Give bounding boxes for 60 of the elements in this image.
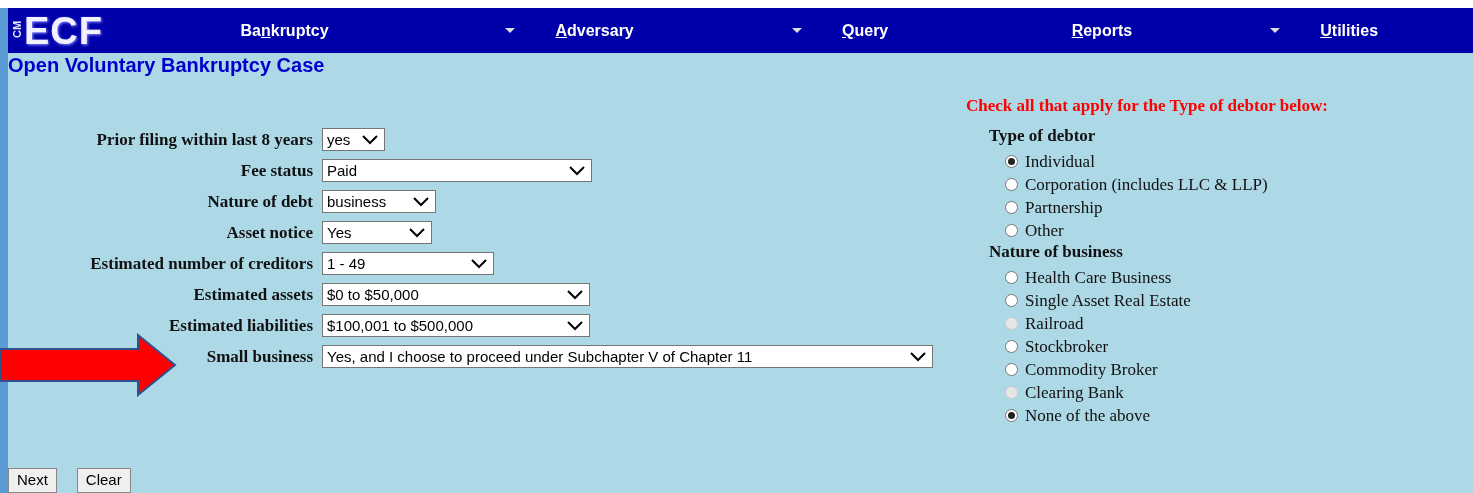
caret-icon: [505, 27, 516, 34]
chevron-icon: [567, 289, 583, 300]
group-heading: Nature of business: [989, 242, 1124, 263]
dropdown[interactable]: $100,001 to $500,000: [322, 314, 590, 337]
chevron-icon: [569, 165, 585, 176]
radio-button[interactable]: [1005, 271, 1018, 284]
dropdown[interactable]: Paid: [322, 159, 592, 182]
radio-button[interactable]: [1005, 178, 1018, 191]
menu-item[interactable]: Reports: [1051, 21, 1301, 40]
dropdown[interactable]: Yes: [322, 221, 432, 244]
option-label: Health Care Business: [1025, 267, 1172, 288]
group-heading: Type of debtor: [989, 126, 1097, 147]
field-label: Fee status: [239, 160, 313, 181]
field-label: Estimated liabilities: [167, 315, 313, 336]
option-label: Other: [1025, 220, 1064, 241]
radio-button[interactable]: [1005, 363, 1018, 376]
field-label: Asset notice: [225, 222, 313, 243]
option-label: Railroad: [1025, 313, 1084, 334]
chevron-icon: [362, 134, 378, 145]
option-label: None of the above: [1025, 405, 1151, 426]
radio-button[interactable]: [1005, 224, 1018, 237]
instruction-text: Check all that apply for the Type of debtor below:: [966, 96, 1328, 116]
field-label: Prior filing within last 8 years: [95, 129, 313, 150]
dropdown[interactable]: yes: [322, 128, 385, 151]
arrow-icon: [0, 333, 178, 397]
form-button[interactable]: Next: [8, 468, 57, 493]
caret-icon: [792, 27, 802, 34]
option-label: Commodity Broker: [1025, 359, 1158, 380]
field-label: Estimated number of creditors: [89, 253, 313, 274]
menu-item[interactable]: Adversary: [535, 21, 822, 40]
page-title: Open Voluntary Bankruptcy Case: [8, 53, 326, 78]
option-label: Stockbroker: [1025, 336, 1109, 357]
dropdown[interactable]: 1 - 49: [322, 252, 494, 275]
field-label: Small business: [205, 346, 313, 367]
caret-icon: [1270, 27, 1281, 34]
radio-button[interactable]: [1005, 155, 1018, 168]
dropdown[interactable]: Yes, and I choose to proceed under Subchapter V of Chapter 11: [322, 345, 933, 368]
option-label: Single Asset Real Estate: [1025, 290, 1191, 311]
dropdown[interactable]: $0 to $50,000: [322, 283, 590, 306]
menu-item[interactable]: Bankruptcy: [220, 21, 536, 40]
dropdown[interactable]: business: [322, 190, 436, 213]
option-label: Individual: [1025, 151, 1095, 172]
chevron-icon: [910, 351, 926, 362]
option-label: Partnership: [1025, 197, 1103, 218]
menu-item[interactable]: Query: [822, 21, 1052, 40]
form-button[interactable]: Clear: [76, 468, 131, 493]
radio-button[interactable]: [1005, 201, 1018, 214]
chevron-icon: [471, 258, 487, 269]
chevron-icon: [409, 227, 425, 238]
radio-button[interactable]: [1005, 294, 1018, 307]
field-label: Estimated assets: [192, 284, 313, 305]
chevron-icon: [413, 196, 429, 207]
chevron-icon: [567, 320, 583, 331]
menu-item[interactable]: Utilities: [1300, 21, 1473, 40]
radio-button[interactable]: [1005, 409, 1018, 422]
field-label: Nature of debt: [206, 191, 313, 212]
logo: CM ECF: [10, 11, 104, 50]
option-label: Clearing Bank: [1025, 382, 1124, 403]
radio-button[interactable]: [1005, 340, 1018, 353]
option-label: Corporation (includes LLC & LLP): [1025, 174, 1268, 195]
